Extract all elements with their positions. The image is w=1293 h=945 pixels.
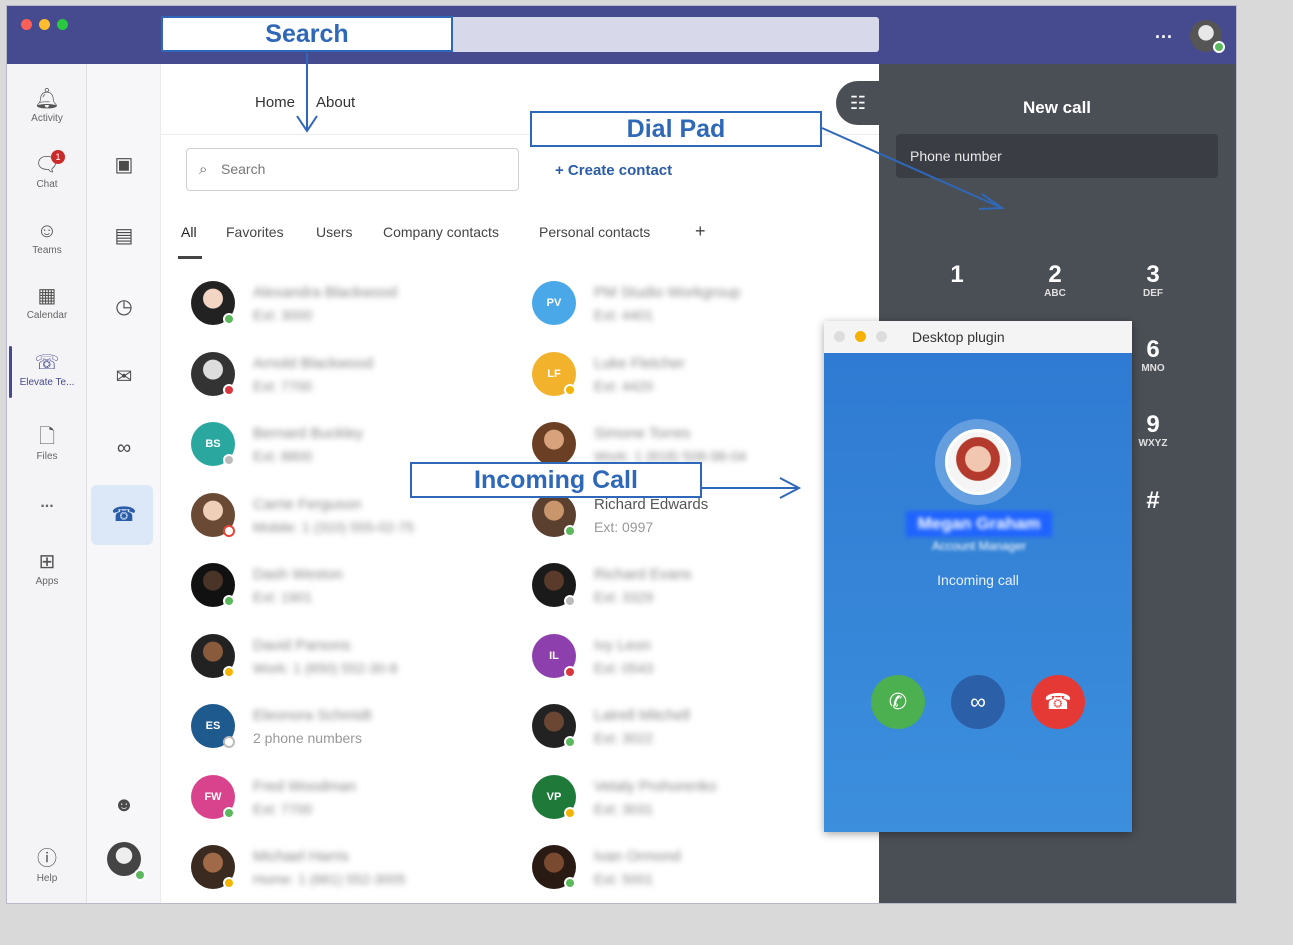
annotation-arrows (296, 53, 1005, 499)
dialpad-arrow-head (978, 193, 1005, 210)
dialpad-arrow (821, 127, 1003, 209)
app-window: ... 🔔︎ Activity 🗨︎ 1 Chat ☺ Teams ▦ Cale… (6, 5, 1237, 904)
